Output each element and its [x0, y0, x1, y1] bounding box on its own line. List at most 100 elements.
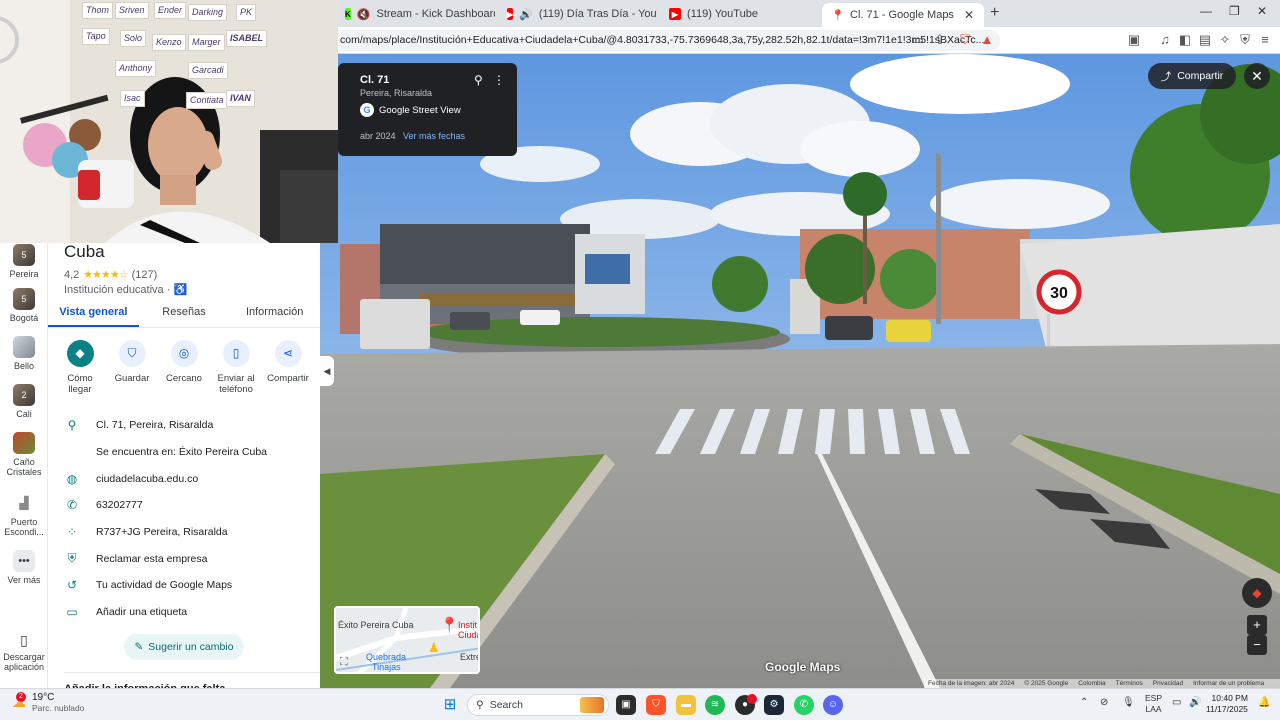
- country-link[interactable]: Colombia: [1078, 680, 1105, 687]
- share-page-icon[interactable]: ⇪: [932, 32, 948, 48]
- rail-item-cali[interactable]: 2 Cali: [0, 384, 48, 419]
- speed-limit-sign-value: 30: [1050, 285, 1068, 302]
- minimize-button[interactable]: —: [1200, 4, 1212, 18]
- notifications-icon[interactable]: 🔔: [1258, 697, 1270, 708]
- zoom-in-button[interactable]: +: [1247, 615, 1267, 635]
- volume-icon[interactable]: 🔊: [1189, 697, 1201, 708]
- info-text: 63202777: [96, 499, 143, 512]
- weather-widget[interactable]: ☁ 2 19°C Parc. nublado: [12, 692, 84, 713]
- rail-item-puerto-escondido[interactable]: ▟ Puerto Escondi...: [0, 492, 48, 537]
- save-button[interactable]: ⛉ Guardar: [107, 340, 157, 395]
- leo-ai-icon[interactable]: ✧: [1217, 32, 1233, 48]
- windows-start-icon[interactable]: ⊞: [440, 695, 460, 715]
- tab-title: (119) YouTube: [687, 8, 758, 20]
- rail-item-bogota[interactable]: 5 Bogotá: [0, 288, 48, 323]
- clock-date: 11/17/2025: [1206, 704, 1248, 714]
- brave-browser-icon[interactable]: ⛉: [646, 695, 666, 715]
- display-icon[interactable]: ▭: [1172, 697, 1181, 708]
- browser-tab-kick[interactable]: K 🔇 Stream - Kick Dashboard: [335, 3, 495, 25]
- send-to-phone-button[interactable]: ▯ Enviar al teléfono: [211, 340, 261, 395]
- rating-stars: ★★★★☆: [83, 269, 128, 281]
- tab-overview[interactable]: Vista general: [48, 306, 139, 327]
- browser-tab-youtube[interactable]: ▶ (119) YouTube: [659, 3, 819, 25]
- search-highlight-icon: [580, 697, 604, 713]
- rating-row[interactable]: 4,2 ★★★★☆ (127): [64, 268, 157, 282]
- zoom-out-button[interactable]: −: [1247, 635, 1267, 655]
- info-row-located-in[interactable]: Se encuentra en: Éxito Pereira Cuba: [48, 439, 320, 466]
- task-view-icon[interactable]: ▣: [616, 695, 636, 715]
- new-tab-button[interactable]: +: [990, 4, 999, 22]
- spotify-icon[interactable]: ≋: [705, 695, 725, 715]
- share-button[interactable]: ⤴ Compartir: [1148, 63, 1236, 89]
- sidebar-panel-icon[interactable]: ▣: [1126, 32, 1142, 48]
- vpn-shield-icon[interactable]: ⛨: [1237, 32, 1253, 48]
- expand-minimap-icon[interactable]: ⛶: [340, 656, 348, 669]
- suggest-edit-button[interactable]: ✎ Sugerir un cambio: [124, 634, 244, 660]
- tab-reviews[interactable]: Reseñas: [139, 306, 230, 327]
- collapse-panel-button[interactable]: ◀: [320, 356, 334, 386]
- microphone-icon[interactable]: 🎙: [1122, 697, 1135, 708]
- taskbar-search[interactable]: ⚲ Search: [467, 694, 609, 716]
- more-dates-link[interactable]: Ver más fechas: [403, 131, 465, 141]
- tray-overflow-icon[interactable]: ⌃: [1080, 697, 1088, 708]
- file-explorer-icon[interactable]: ▬: [676, 695, 696, 715]
- close-street-view-button[interactable]: ✕: [1244, 63, 1270, 89]
- name-card: Sriven: [115, 2, 149, 19]
- place-title: Cuba: [64, 242, 105, 261]
- place-category: Institución educativa · ♿: [64, 283, 187, 296]
- menu-icon[interactable]: ≡: [1257, 32, 1273, 48]
- nearby-button[interactable]: ◎ Cercano: [159, 340, 209, 395]
- maximize-button[interactable]: ❐: [1229, 4, 1240, 18]
- weather-badge: 2: [16, 692, 26, 702]
- terms-link[interactable]: Términos: [1116, 680, 1143, 687]
- maps-pin-icon: 📍: [831, 9, 845, 22]
- report-problem-link[interactable]: Informar de un problema: [1193, 680, 1264, 687]
- name-card: IVAN: [226, 90, 255, 107]
- location-pin-icon[interactable]: ⚲: [474, 73, 483, 87]
- share-place-button[interactable]: ⋖ Compartir: [263, 340, 313, 395]
- steam-icon[interactable]: ⚙: [764, 695, 784, 715]
- name-card: Tapo: [82, 28, 110, 45]
- history-icon: ↺: [66, 578, 78, 593]
- brave-rewards-icon[interactable]: ▲: [979, 32, 995, 48]
- minimap[interactable]: Éxito Pereira Cuba Instit Ciuda Quebrada…: [334, 606, 480, 674]
- wallet-icon[interactable]: ▤: [1197, 32, 1213, 48]
- brave-shield-icon[interactable]: ⛉: [957, 32, 973, 48]
- info-row-phone[interactable]: ✆ 63202777: [48, 492, 320, 519]
- rail-item-pereira[interactable]: 5 Pereira: [0, 244, 48, 279]
- info-row-claim[interactable]: ⛨ Reclamar esta empresa: [48, 545, 320, 572]
- privacy-link[interactable]: Privacidad: [1153, 680, 1183, 687]
- address-bar[interactable]: com/maps/place/Institución+Educativa+Ciu…: [332, 30, 1000, 51]
- rail-item-bello[interactable]: Bello: [0, 336, 48, 371]
- language-code: ESP: [1145, 693, 1163, 703]
- more-options-icon[interactable]: ⋮: [493, 73, 505, 87]
- media-music-icon[interactable]: ♫: [1157, 32, 1173, 48]
- language-indicator[interactable]: ESP LAA: [1145, 693, 1162, 715]
- info-row-website[interactable]: ◍ ciudadelacuba.edu.co: [48, 465, 320, 492]
- rail-item-cano-cristales[interactable]: Caño Cristales: [0, 432, 48, 477]
- tab-close-icon[interactable]: ✕: [964, 8, 974, 22]
- info-text: Reclamar esta empresa: [96, 552, 208, 565]
- network-icon[interactable]: ⊘: [1100, 697, 1108, 708]
- compass-icon[interactable]: ◆: [1242, 578, 1272, 608]
- suggest-label: Sugerir un cambio: [148, 641, 234, 653]
- sidebar-toggle-icon[interactable]: ◧: [1177, 32, 1193, 48]
- info-row-label[interactable]: ▭ Añadir una etiqueta: [48, 599, 320, 626]
- browser-tab-google-maps[interactable]: 📍 Cl. 71 - Google Maps ✕: [822, 3, 984, 27]
- rail-item-more[interactable]: ••• Ver más: [0, 550, 48, 585]
- tab-about[interactable]: Información: [229, 306, 320, 327]
- directions-button[interactable]: ◆ Cómo llegar: [55, 340, 105, 395]
- info-row-address[interactable]: ⚲ Cl. 71, Pereira, Risaralda: [48, 412, 320, 439]
- tab-title: (119) Día Tras Día - YouTube: [538, 8, 657, 20]
- close-window-button[interactable]: ✕: [1257, 4, 1267, 18]
- discord-icon[interactable]: ☺: [823, 695, 843, 715]
- image-date: Fecha de la imagen: abr 2024: [928, 680, 1015, 687]
- info-row-activity[interactable]: ↺ Tu actividad de Google Maps: [48, 572, 320, 599]
- clock[interactable]: 10:40 PM 11/17/2025: [1206, 693, 1248, 715]
- browser-tab-youtube-song[interactable]: ▶ 🔊 (119) Día Tras Día - YouTube: [497, 3, 657, 25]
- place-marker-icon: 📍: [440, 617, 459, 634]
- download-app-button[interactable]: ▯ Descargar aplicación: [0, 632, 48, 672]
- install-app-icon[interactable]: ▭: [910, 32, 926, 48]
- whatsapp-icon[interactable]: ✆: [794, 695, 814, 715]
- info-row-plus-code[interactable]: ⁘ R737+JG Pereira, Risaralda: [48, 519, 320, 546]
